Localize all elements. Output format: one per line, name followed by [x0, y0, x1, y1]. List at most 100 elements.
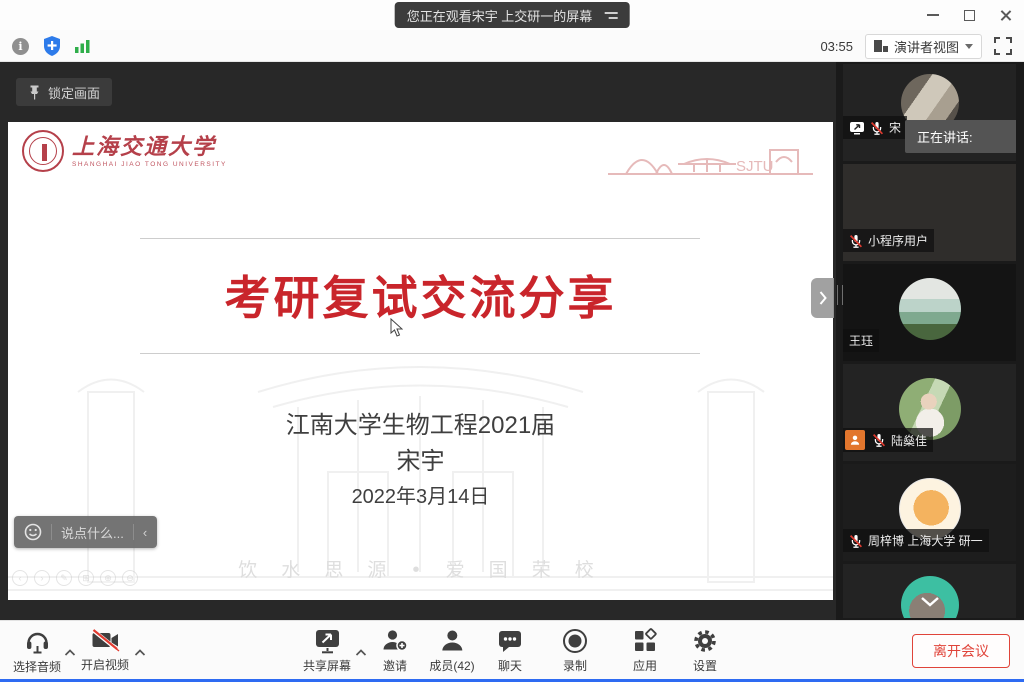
watching-banner[interactable]: 您正在观看宋宇 上交研一的屏幕	[395, 2, 630, 28]
chevron-right-icon	[819, 291, 827, 305]
audio-label: 选择音频	[13, 658, 61, 675]
scroll-participants-down-button[interactable]	[920, 594, 940, 612]
participant-name: 小程序用户	[868, 232, 928, 249]
pin-icon	[28, 85, 41, 100]
slide-divider-top	[140, 238, 700, 239]
settings-button[interactable]: 设置	[692, 628, 718, 674]
slide-subtitle-school: 江南大学生物工程2021届	[8, 405, 833, 440]
muted-mic-icon	[849, 234, 863, 248]
view-mode-button[interactable]: 演讲者视图	[865, 34, 982, 59]
record-label: 录制	[563, 657, 587, 674]
sjtu-logo: 上海交通大学 SHANGHAI JIAO TONG UNIVERSITY	[22, 130, 227, 172]
sjtu-anniversary-logo: SJTU	[608, 140, 813, 182]
minimize-button[interactable]	[922, 4, 944, 26]
network-signal-icon[interactable]	[75, 39, 91, 53]
participants-sidebar: 宋 正在讲话: 小程序用户	[836, 62, 1024, 620]
view-mode-label: 演讲者视图	[894, 37, 959, 56]
members-icon	[439, 628, 465, 654]
invite-button[interactable]: 邀请	[382, 628, 409, 674]
emoji-icon[interactable]	[24, 523, 42, 541]
close-button[interactable]	[994, 4, 1016, 26]
video-button[interactable]: 开启视频	[81, 628, 129, 673]
apps-grid-icon	[632, 628, 658, 654]
chat-input-placeholder[interactable]: 说点什么...	[61, 523, 124, 542]
quick-chat-bar[interactable]: 说点什么... ‹	[14, 516, 157, 548]
title-bar: 您正在观看宋宇 上交研一的屏幕	[0, 0, 1024, 30]
muted-mic-icon	[872, 433, 886, 447]
lock-view-label: 锁定画面	[48, 83, 100, 102]
share-options-chevron[interactable]	[356, 643, 367, 661]
maximize-icon	[964, 10, 975, 21]
participant-tile[interactable]: 小程序用户	[843, 164, 1016, 261]
screen-sharing-icon	[849, 121, 865, 135]
chat-button[interactable]: 聊天	[497, 628, 523, 674]
zoom-icon: ⊕	[100, 570, 116, 586]
audio-options-chevron[interactable]	[65, 643, 76, 661]
bottom-toolbar: 选择音频 开启视频 共享屏幕	[0, 620, 1024, 679]
slide-title: 考研复试交流分享	[8, 262, 833, 328]
members-label: 成员(42)	[429, 657, 474, 674]
muted-mic-icon	[849, 534, 863, 548]
prev-slide-icon: ‹	[12, 570, 28, 586]
headset-icon	[23, 628, 50, 655]
pen-icon: ✎	[56, 570, 72, 586]
participant-tile[interactable]: 宋 正在讲话:	[843, 64, 1016, 161]
next-slide-icon: ›	[34, 570, 50, 586]
shared-screen-area: 锁定画面 上海交通大学	[0, 62, 836, 620]
participant-name: 陆燊佳	[891, 432, 927, 449]
participant-tile[interactable]: 王珏	[843, 264, 1016, 361]
apps-button[interactable]: 应用	[632, 628, 658, 674]
share-screen-label: 共享屏幕	[303, 657, 351, 674]
sjtu-seal-icon	[22, 130, 64, 172]
fullscreen-icon[interactable]	[994, 37, 1012, 55]
sjtu-right-logo-text: SJTU	[736, 158, 774, 175]
chevron-down-icon	[965, 44, 973, 49]
maximize-button[interactable]	[958, 4, 980, 26]
speaking-tooltip-label: 正在讲话:	[917, 127, 973, 146]
participant-name: 王珏	[849, 332, 873, 349]
divider	[51, 524, 52, 540]
sjtu-logo-english: SHANGHAI JIAO TONG UNIVERSITY	[72, 161, 227, 168]
status-bar: i 03:55 演讲者视图	[0, 30, 1024, 62]
lock-view-button[interactable]: 锁定画面	[16, 78, 112, 106]
invite-label: 邀请	[383, 657, 407, 674]
avatar	[899, 278, 961, 340]
meeting-window: 您正在观看宋宇 上交研一的屏幕 i 03:55	[0, 0, 1024, 682]
minimize-icon	[927, 14, 939, 16]
show-slides-icon: ⊞	[78, 570, 94, 586]
speaker-view-icon	[874, 40, 888, 52]
invite-person-icon	[382, 628, 409, 654]
participant-tile[interactable]: 周梓博 上海大学 研一	[843, 464, 1016, 561]
video-label: 开启视频	[81, 656, 129, 673]
participant-name: 周梓博 上海大学 研一	[868, 532, 983, 549]
members-button[interactable]: 成员(42)	[429, 628, 474, 674]
camera-off-icon	[90, 628, 119, 653]
security-shield-icon[interactable]	[43, 36, 61, 56]
settings-label: 设置	[693, 657, 717, 674]
window-controls	[922, 0, 1016, 30]
sjtu-logo-chinese: 上海交通大学	[72, 135, 227, 159]
divider	[133, 524, 134, 540]
slide-subtitle-name: 宋宇	[8, 441, 833, 476]
sidebar-drag-handle[interactable]	[837, 285, 843, 305]
leave-meeting-button[interactable]: 离开会议	[912, 634, 1010, 668]
chat-label: 聊天	[498, 657, 522, 674]
share-screen-button[interactable]: 共享屏幕	[303, 628, 351, 674]
meeting-info-icon[interactable]: i	[12, 38, 29, 55]
audio-button[interactable]: 选择音频	[13, 628, 61, 675]
record-button[interactable]: 录制	[562, 628, 588, 674]
watching-label: 您正在观看宋宇 上交研一的屏幕	[407, 6, 593, 25]
share-screen-icon	[313, 628, 340, 654]
muted-mic-icon	[870, 121, 884, 135]
sidebar-collapse-tab[interactable]	[811, 278, 834, 318]
participant-tile[interactable]: 陆燊佳	[843, 364, 1016, 461]
meeting-timer: 03:55	[820, 39, 853, 54]
more-options-icon: ⊖	[122, 570, 138, 586]
chat-bubble-icon	[497, 628, 523, 654]
gear-icon	[692, 628, 718, 654]
presenter-controls: ‹ › ✎ ⊞ ⊕ ⊖	[12, 570, 138, 586]
video-options-chevron[interactable]	[135, 643, 146, 661]
collapse-chat-icon[interactable]: ‹	[143, 525, 147, 540]
speaking-tooltip: 正在讲话:	[905, 120, 1016, 153]
banner-menu-icon[interactable]	[604, 12, 617, 19]
